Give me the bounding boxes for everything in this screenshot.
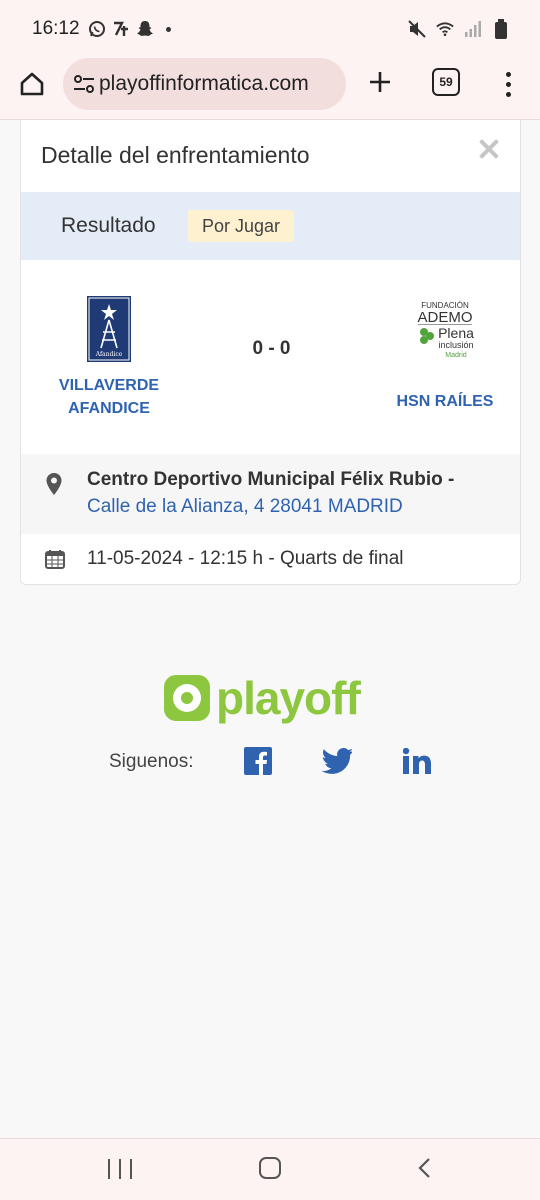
map-pin-icon [46, 473, 62, 495]
linkedin-icon[interactable] [402, 746, 432, 776]
venue-name: Centro Deportivo Municipal Félix Rubio - [87, 469, 455, 490]
away-team-name[interactable]: HSN RAÍLES [370, 390, 520, 413]
signal-icon [464, 20, 482, 38]
status-bar: 16:12 [0, 0, 540, 58]
playoff-logo-mark-icon [164, 675, 210, 721]
home-button[interactable] [14, 66, 50, 102]
playoff-logo-text: playoff [216, 672, 361, 724]
svg-text:inclusión: inclusión [438, 340, 473, 350]
mute-icon [408, 20, 426, 38]
whatsapp-icon [88, 20, 106, 38]
away-team[interactable]: FUNDACIÓN ADEMO Plena inclusión Madrid H… [370, 260, 520, 413]
home-team-name[interactable]: VILLAVERDE AFANDICE [34, 374, 184, 420]
match-datetime: 11-05-2024 - 12:15 h - Quarts de final [87, 548, 404, 569]
card-header: Detalle del enfrentamiento [21, 120, 520, 192]
home-icon [20, 72, 44, 96]
snapchat-icon [136, 20, 154, 38]
status-badge: Por Jugar [188, 210, 295, 242]
calendar-icon [45, 550, 65, 569]
svg-text:Plena: Plena [438, 325, 474, 341]
url-text: playoffinformatica.com [99, 72, 309, 95]
browser-toolbar: playoffinformatica.com 59 [0, 58, 540, 120]
tab-switcher-button[interactable]: 59 [432, 68, 460, 96]
recent-apps-icon[interactable] [108, 1159, 132, 1179]
close-icon[interactable] [478, 138, 500, 160]
dot-icon [165, 26, 171, 32]
match-detail-card: Detalle del enfrentamiento Resultado Por… [20, 120, 521, 585]
more-vert-icon[interactable] [498, 66, 518, 102]
date-row: 11-05-2024 - 12:15 h - Quarts de final [21, 534, 520, 584]
back-icon[interactable] [414, 1157, 436, 1179]
twitter-icon[interactable] [322, 746, 352, 776]
wifi-icon [436, 20, 454, 38]
new-tab-button[interactable] [362, 64, 398, 100]
notification-icons [88, 20, 171, 38]
tune-icon[interactable] [73, 73, 95, 95]
plus-icon [370, 72, 390, 92]
svg-text:Madrid: Madrid [445, 352, 467, 359]
result-row: Resultado Por Jugar [21, 192, 520, 260]
nav-home-icon[interactable] [259, 1157, 281, 1179]
result-label: Resultado [61, 214, 156, 237]
svg-text:ADEMO: ADEMO [417, 309, 472, 326]
system-icons [408, 19, 510, 39]
status-time: 16:12 [32, 18, 80, 39]
card-title: Detalle del enfrentamiento [41, 142, 310, 168]
venue-row: Centro Deportivo Municipal Félix Rubio -… [21, 454, 520, 534]
follow-label: Siguenos: [109, 751, 194, 772]
battery-icon [492, 19, 510, 39]
social-links: Siguenos: [109, 742, 449, 782]
address-bar[interactable]: playoffinformatica.com [63, 58, 346, 110]
system-nav-bar [0, 1138, 540, 1200]
app-icon [112, 20, 130, 38]
facebook-icon[interactable] [243, 746, 273, 776]
away-team-logo: FUNDACIÓN ADEMO Plena inclusión Madrid [417, 301, 474, 359]
playoff-logo[interactable]: playoff [164, 672, 378, 724]
teams-section: Afandice VILLAVERDE AFANDICE 0 - 0 FUNDA… [21, 260, 520, 454]
venue-address-link[interactable]: Calle de la Alianza, 4 28041 MADRID [87, 496, 403, 518]
